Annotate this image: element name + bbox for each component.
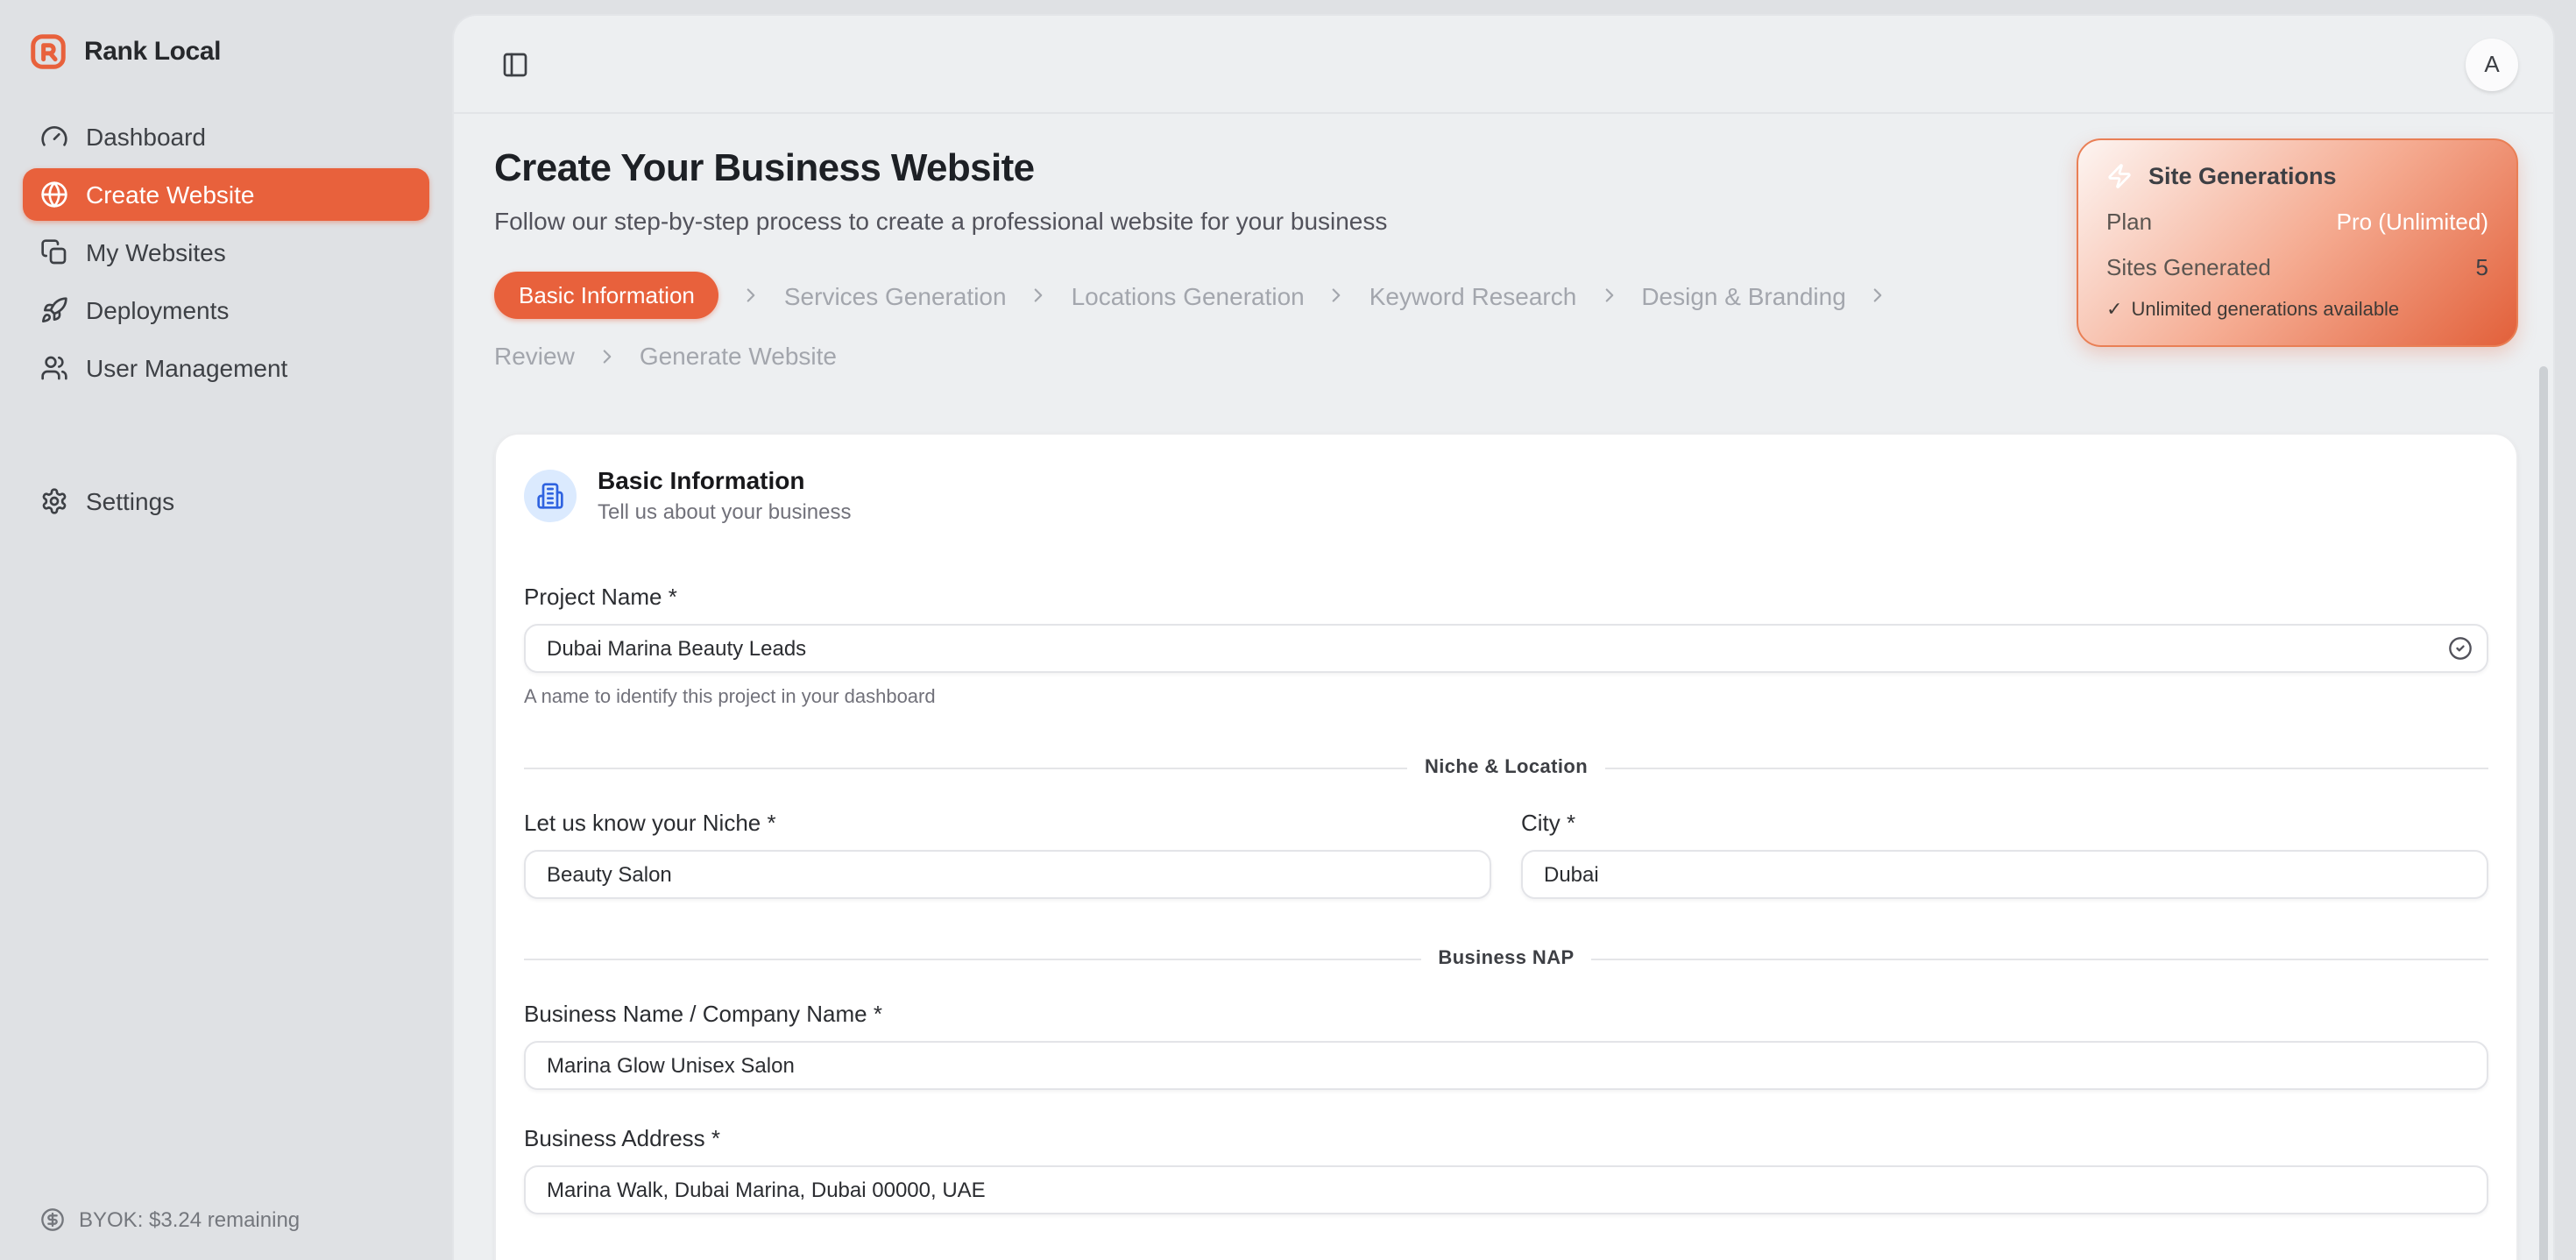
sites-generated-row: Sites Generated 5 xyxy=(2106,254,2488,280)
building-icon xyxy=(524,469,577,521)
chevron-right-icon xyxy=(740,284,763,307)
circle-dollar-icon xyxy=(40,1207,65,1232)
step-generate-website[interactable]: Generate Website xyxy=(640,342,837,370)
city-label: City * xyxy=(1521,810,2488,836)
step-locations-generation[interactable]: Locations Generation xyxy=(1072,281,1305,309)
avatar-initial: A xyxy=(2484,51,2499,77)
niche-input[interactable] xyxy=(524,850,1491,899)
step-keyword-research[interactable]: Keyword Research xyxy=(1369,281,1577,309)
site-generations-title: Site Generations xyxy=(2148,163,2337,189)
business-name-field-group: Business Name / Company Name * xyxy=(524,1001,2488,1090)
business-address-label: Business Address * xyxy=(524,1125,2488,1151)
sidebar-item-label: My Websites xyxy=(86,238,226,266)
sidebar: Rank Local Dashboard Create Website My W… xyxy=(0,0,452,1260)
form-section-header: Basic Information Tell us about your bus… xyxy=(524,466,2488,524)
business-nap-divider: Business NAP xyxy=(524,948,2488,969)
business-name-label: Business Name / Company Name * xyxy=(524,1001,2488,1027)
check-circle-icon xyxy=(2448,636,2473,661)
zap-icon xyxy=(2106,163,2133,189)
main-panel: A Create Your Business Website Follow ou… xyxy=(452,14,2555,1260)
gear-icon xyxy=(40,487,68,515)
project-name-input-wrap xyxy=(524,624,2488,673)
app-viewport: Rank Local Dashboard Create Website My W… xyxy=(0,0,2576,1260)
plan-value: Pro (Unlimited) xyxy=(2337,209,2488,235)
byok-status: BYOK: $3.24 remaining xyxy=(40,1207,300,1232)
project-name-helper: A name to identify this project in your … xyxy=(524,687,2488,708)
form-section-titles: Basic Information Tell us about your bus… xyxy=(598,466,852,524)
sidebar-item-settings[interactable]: Settings xyxy=(23,475,429,527)
steps-row-2: Review Generate Website xyxy=(494,342,2036,370)
project-name-field-group: Project Name * A name to identify this p… xyxy=(524,584,2488,708)
users-icon xyxy=(40,354,68,382)
gauge-icon xyxy=(40,123,68,151)
city-input[interactable] xyxy=(1521,850,2488,899)
sidebar-nav: Dashboard Create Website My Websites Dep… xyxy=(23,110,429,527)
step-services-generation[interactable]: Services Generation xyxy=(784,281,1007,309)
sidebar-item-label: Dashboard xyxy=(86,123,206,151)
rocket-icon xyxy=(40,296,68,324)
chevron-right-icon xyxy=(1028,284,1051,307)
rank-local-logo xyxy=(28,31,68,71)
sidebar-item-create-website[interactable]: Create Website xyxy=(23,168,429,221)
brand-name: Rank Local xyxy=(84,36,221,66)
sidebar-item-label: Create Website xyxy=(86,181,254,209)
user-avatar[interactable]: A xyxy=(2466,38,2518,90)
unlimited-generations-text: Unlimited generations available xyxy=(2131,299,2399,320)
divider-line xyxy=(1592,958,2488,959)
sidebar-item-label: User Management xyxy=(86,354,287,382)
plan-row: Plan Pro (Unlimited) xyxy=(2106,209,2488,235)
sites-generated-value: 5 xyxy=(2476,254,2488,280)
form-section-title: Basic Information xyxy=(598,466,852,494)
site-generations-card: Site Generations Plan Pro (Unlimited) Si… xyxy=(2077,138,2518,347)
step-review[interactable]: Review xyxy=(494,342,575,370)
plan-label: Plan xyxy=(2106,209,2152,235)
divider-line xyxy=(524,767,1407,768)
business-address-input[interactable] xyxy=(524,1165,2488,1214)
sidebar-item-label: Deployments xyxy=(86,296,229,324)
niche-field-group: Let us know your Niche * xyxy=(524,810,1491,899)
sidebar-item-user-management[interactable]: User Management xyxy=(23,342,429,394)
steps-row-1: Basic Information Services Generation Lo… xyxy=(494,272,2036,319)
topbar: A xyxy=(454,16,2553,114)
project-name-input[interactable] xyxy=(524,624,2488,673)
site-generations-header: Site Generations xyxy=(2106,163,2488,189)
byok-label: BYOK: $3.24 remaining xyxy=(79,1207,300,1232)
business-nap-divider-label: Business NAP xyxy=(1438,948,1574,969)
niche-city-row: Let us know your Niche * City * xyxy=(524,810,2488,899)
chevron-right-icon xyxy=(1597,284,1620,307)
sidebar-item-dashboard[interactable]: Dashboard xyxy=(23,110,429,163)
divider-line xyxy=(1605,767,2488,768)
sidebar-item-deployments[interactable]: Deployments xyxy=(23,284,429,336)
business-name-input[interactable] xyxy=(524,1041,2488,1090)
main-content: Create Your Business Website Follow our … xyxy=(454,114,2553,1260)
step-basic-information[interactable]: Basic Information xyxy=(494,272,719,319)
form-section-subtitle: Tell us about your business xyxy=(598,499,852,524)
step-design-branding[interactable]: Design & Branding xyxy=(1641,281,1846,309)
sidebar-item-my-websites[interactable]: My Websites xyxy=(23,226,429,279)
panel-left-icon xyxy=(501,50,529,78)
niche-location-divider: Niche & Location xyxy=(524,757,2488,778)
check-icon: ✓ xyxy=(2106,298,2122,321)
chevron-right-icon xyxy=(596,344,619,367)
step-breadcrumb: Basic Information Services Generation Lo… xyxy=(494,272,2036,370)
sidebar-toggle-button[interactable] xyxy=(492,41,538,87)
divider-line xyxy=(524,958,1420,959)
niche-label: Let us know your Niche * xyxy=(524,810,1491,836)
copy-icon xyxy=(40,238,68,266)
niche-location-divider-label: Niche & Location xyxy=(1425,757,1588,778)
chevron-right-icon xyxy=(1326,284,1348,307)
chevron-right-icon xyxy=(1867,284,1890,307)
sidebar-item-label: Settings xyxy=(86,487,174,515)
unlimited-generations-note: ✓ Unlimited generations available xyxy=(2106,298,2488,321)
project-name-label: Project Name * xyxy=(524,584,2488,610)
city-field-group: City * xyxy=(1521,810,2488,899)
globe-icon xyxy=(40,181,68,209)
brand[interactable]: Rank Local xyxy=(0,0,452,75)
scrollbar-thumb[interactable] xyxy=(2539,366,2548,1260)
sites-generated-label: Sites Generated xyxy=(2106,254,2271,280)
basic-information-card: Basic Information Tell us about your bus… xyxy=(494,433,2518,1260)
business-address-field-group: Business Address * xyxy=(524,1125,2488,1214)
